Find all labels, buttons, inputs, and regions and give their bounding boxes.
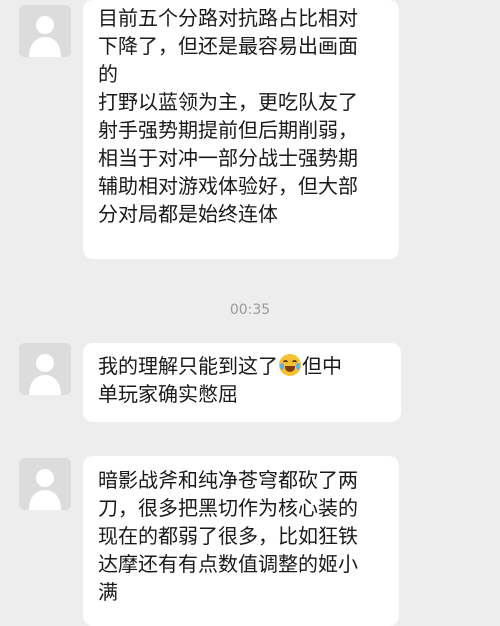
message-text-line: 刀，很多把黑切作为核心装的 (98, 496, 358, 520)
default-avatar-icon (19, 343, 71, 395)
message-text-line: 下降了，但还是最容易出画面 (98, 34, 358, 58)
message-text-line: 分对局都是始终连体 (98, 202, 278, 226)
message-text-line: 我的理解只能到这了 但中 (98, 352, 386, 380)
message-bubble[interactable]: 我的理解只能到这了 但中 单玩家确实憋屈 (83, 343, 401, 422)
message-text-line: 打野以蓝领为主，更吃队友了 (98, 90, 358, 114)
avatar[interactable] (19, 458, 71, 510)
message-text-line: 满 (98, 580, 118, 604)
avatar[interactable] (19, 343, 71, 395)
message-text: 我的理解只能到这了 (98, 354, 278, 378)
message-text: 但中 (302, 354, 342, 378)
message-text-line: 达摩还有有点数值调整的姬小 (98, 552, 358, 576)
default-avatar-icon (19, 5, 71, 57)
message-text-line: 相当于对冲一部分战士强势期 (98, 146, 358, 170)
message-text-line: 辅助相对游戏体验好，但大部 (98, 174, 358, 198)
message-bubble[interactable]: 暗影战斧和纯净苍穹都砍了两 刀，很多把黑切作为核心装的 现在的都弱了很多，比如狂… (83, 456, 399, 626)
message-text-line: 单玩家确实憋屈 (98, 382, 238, 406)
message-text-line: 的 (98, 62, 118, 86)
message-text-line: 现在的都弱了很多，比如狂铁 (98, 524, 358, 548)
default-avatar-icon (19, 458, 71, 510)
message-bubble[interactable]: 目前五个分路对抗路占比相对 下降了，但还是最容易出画面 的 打野以蓝领为主，更吃… (83, 0, 399, 259)
timestamp: 00:35 (229, 302, 271, 318)
avatar[interactable] (19, 5, 71, 57)
loudly-crying-face-icon (279, 354, 301, 376)
message-text-line: 目前五个分路对抗路占比相对 (98, 6, 358, 30)
message-text-line: 射手强势期提前但后期削弱， (98, 118, 358, 142)
message-text-line: 暗影战斧和纯净苍穹都砍了两 (98, 468, 358, 492)
